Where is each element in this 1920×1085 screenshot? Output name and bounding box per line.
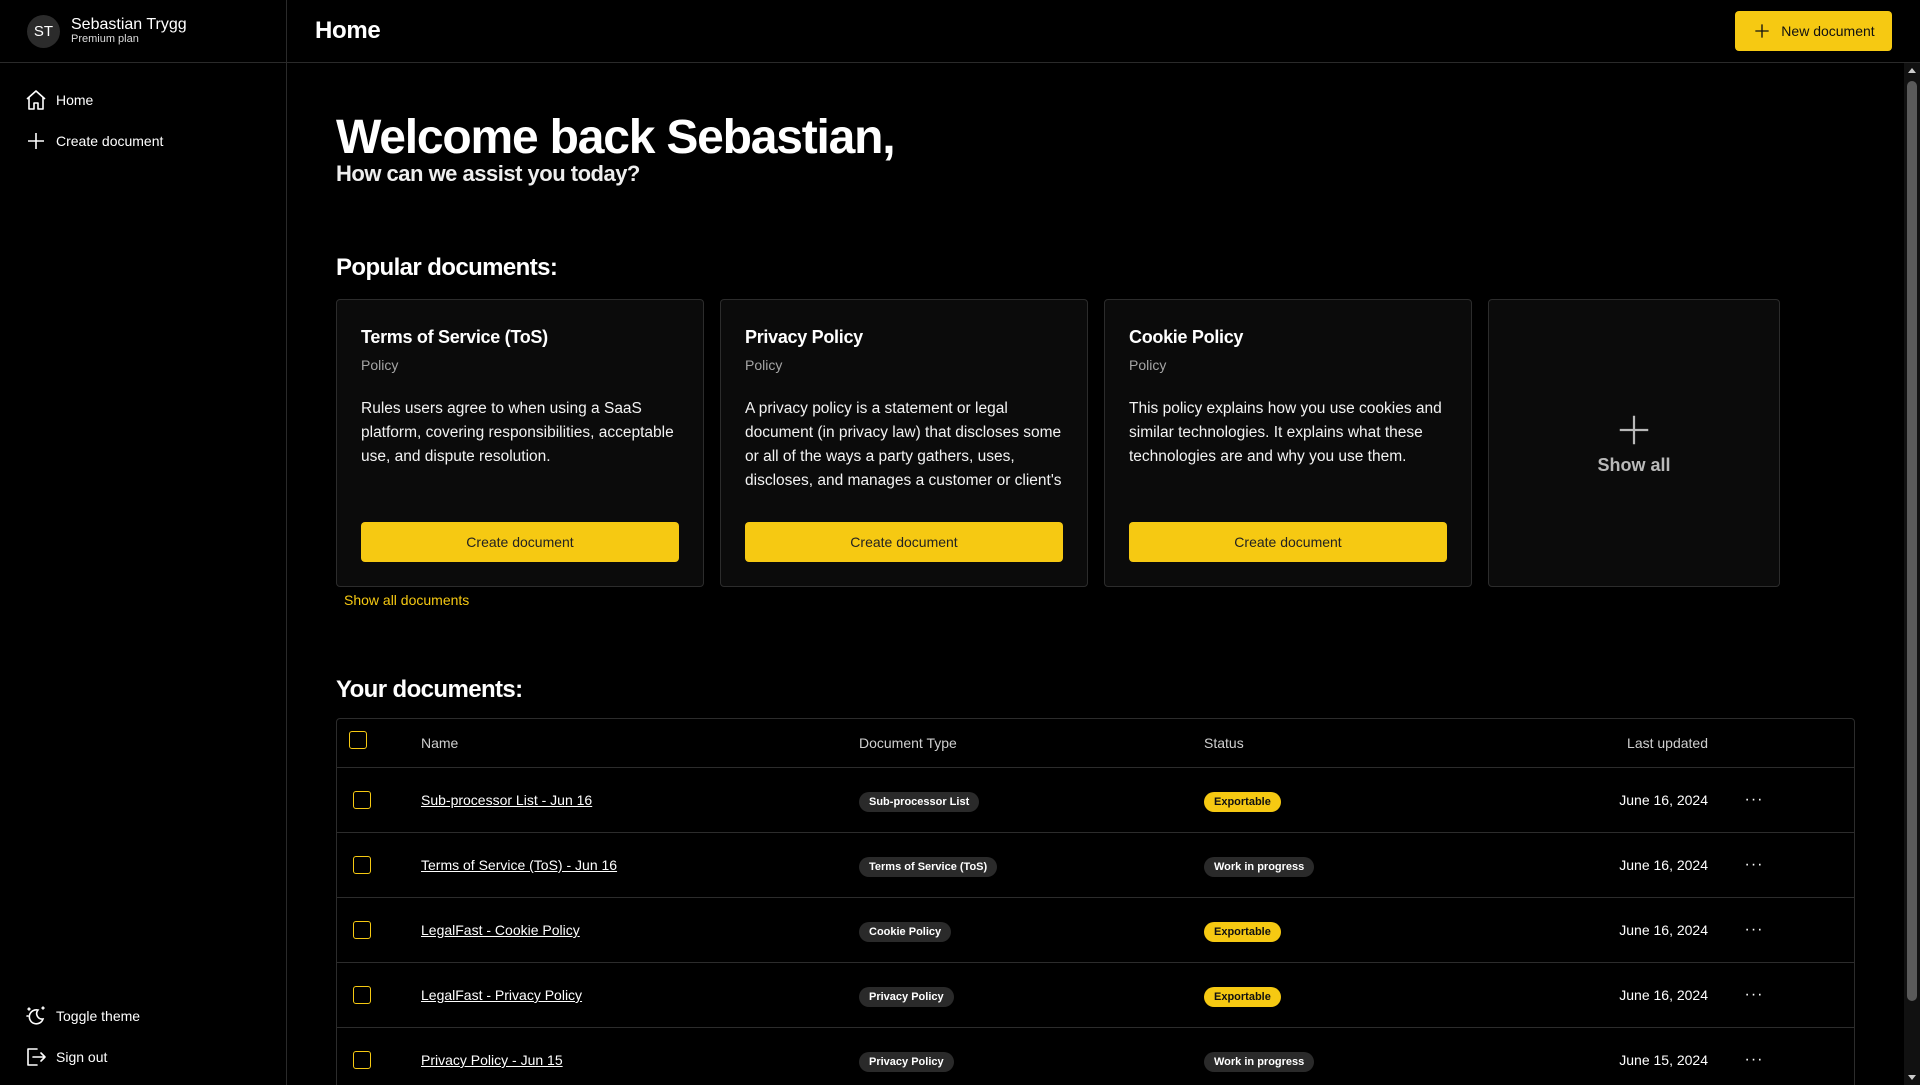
show-all-documents-link[interactable]: Show all documents: [344, 592, 469, 608]
table-row: Privacy Policy - Jun 15 Privacy Policy W…: [337, 1027, 1854, 1085]
row-more-button[interactable]: ···: [1744, 921, 1764, 939]
status-badge: Work in progress: [1204, 857, 1315, 877]
status-badge: Work in progress: [1204, 1052, 1315, 1072]
row-checkbox[interactable]: [353, 1051, 371, 1069]
last-updated: June 16, 2024: [1619, 857, 1708, 873]
row-checkbox[interactable]: [353, 986, 371, 1004]
document-name-link[interactable]: Privacy Policy - Jun 15: [421, 1052, 563, 1068]
create-document-button[interactable]: Create document: [1129, 522, 1447, 562]
plus-icon: [1755, 24, 1769, 38]
status-badge: Exportable: [1204, 922, 1281, 942]
card-category: Policy: [745, 357, 783, 373]
show-all-label: Show all: [1597, 454, 1671, 475]
scroll-thumb[interactable]: [1907, 81, 1917, 1001]
sign-out-button[interactable]: Sign out: [0, 1036, 286, 1077]
row-more-button[interactable]: ···: [1744, 986, 1764, 1004]
row-checkbox[interactable]: [353, 921, 371, 939]
popular-documents-title: Popular documents:: [336, 254, 558, 281]
column-header-type[interactable]: Document Type: [859, 735, 957, 751]
sidebar-item-label: Toggle theme: [56, 1007, 141, 1024]
document-type-badge: Cookie Policy: [859, 922, 952, 942]
card-title: Privacy Policy: [745, 327, 863, 347]
sidebar-bottom: Toggle theme Sign out: [0, 995, 286, 1077]
documents-table: Name Document Type Status Last updated S…: [336, 718, 1855, 1085]
plus-icon: [1619, 415, 1649, 444]
document-name-link[interactable]: LegalFast - Privacy Policy: [421, 987, 582, 1003]
sign-out-icon: [27, 1047, 46, 1066]
document-type-badge: Sub-processor List: [859, 792, 980, 812]
row-checkbox[interactable]: [353, 791, 371, 809]
card-description: Rules users agree to when using a SaaS p…: [361, 400, 674, 465]
toggle-theme-button[interactable]: Toggle theme: [0, 995, 286, 1036]
sidebar: ST Sebastian Trygg Premium plan Home Cre…: [0, 0, 287, 1085]
home-content: Welcome back Sebastian, How can we assis…: [287, 110, 1920, 1085]
page-title: Home: [315, 17, 381, 44]
last-updated: June 16, 2024: [1619, 792, 1708, 808]
document-card: Terms of Service (ToS) Policy Rules user…: [336, 299, 704, 587]
scroll-down-arrow[interactable]: [1908, 1075, 1916, 1080]
topbar: Home New document: [287, 0, 1920, 63]
status-badge: Exportable: [1204, 987, 1281, 1007]
document-type-badge: Privacy Policy: [859, 987, 954, 1007]
card-category: Policy: [361, 357, 399, 373]
row-more-button[interactable]: ···: [1744, 856, 1764, 874]
card-title: Terms of Service (ToS): [361, 327, 548, 347]
welcome-heading: Welcome back Sebastian,: [336, 111, 896, 164]
scroll-up-arrow[interactable]: [1908, 68, 1916, 73]
status-badge: Exportable: [1204, 792, 1281, 812]
row-checkbox[interactable]: [353, 856, 371, 874]
column-header-name[interactable]: Name: [421, 735, 458, 751]
avatar: ST: [27, 14, 60, 48]
document-name-link[interactable]: Terms of Service (ToS) - Jun 16: [421, 857, 617, 873]
sidebar-item-label: Home: [56, 91, 94, 108]
document-card: Privacy Policy Policy A privacy policy i…: [720, 299, 1088, 587]
sidebar-item-home[interactable]: Home: [0, 79, 286, 120]
create-document-button[interactable]: Create document: [361, 522, 679, 562]
last-updated: June 16, 2024: [1619, 987, 1708, 1003]
home-icon: [26, 89, 46, 110]
card-description: A privacy policy is a statement or legal…: [745, 400, 1062, 489]
new-document-button[interactable]: New document: [1735, 11, 1892, 51]
document-type-badge: Terms of Service (ToS): [859, 857, 998, 877]
table-row: LegalFast - Cookie Policy Cookie Policy …: [337, 897, 1854, 962]
column-header-updated[interactable]: Last updated: [1627, 735, 1708, 751]
popular-documents: Terms of Service (ToS) Policy Rules user…: [336, 299, 1920, 587]
vertical-scrollbar[interactable]: [1904, 63, 1920, 1085]
table-row: LegalFast - Privacy Policy Privacy Polic…: [337, 962, 1854, 1027]
new-document-label: New document: [1781, 23, 1875, 39]
last-updated: June 16, 2024: [1619, 922, 1708, 938]
table-row: Terms of Service (ToS) - Jun 16 Terms of…: [337, 832, 1854, 897]
sidebar-nav: Home Create document: [0, 63, 286, 161]
table-header: Name Document Type Status Last updated: [337, 719, 1854, 767]
document-card: Cookie Policy Policy This policy explain…: [1104, 299, 1472, 587]
card-title: Cookie Policy: [1129, 327, 1244, 347]
user-profile[interactable]: ST Sebastian Trygg Premium plan: [0, 0, 286, 63]
select-all-checkbox[interactable]: [349, 731, 367, 749]
your-documents-title: Your documents:: [336, 676, 523, 703]
document-type-badge: Privacy Policy: [859, 1052, 954, 1072]
user-plan: Premium plan: [71, 33, 139, 45]
sidebar-item-label: Sign out: [56, 1048, 108, 1065]
welcome-subtitle: How can we assist you today?: [336, 161, 640, 186]
create-document-button[interactable]: Create document: [745, 522, 1063, 562]
user-name: Sebastian Trygg: [71, 16, 187, 33]
sidebar-item-create-document[interactable]: Create document: [0, 120, 286, 161]
sidebar-item-label: Create document: [56, 132, 164, 149]
row-more-button[interactable]: ···: [1744, 791, 1764, 809]
plus-icon: [28, 132, 44, 149]
table-row: Sub-processor List - Jun 16 Sub-processo…: [337, 767, 1854, 832]
document-name-link[interactable]: LegalFast - Cookie Policy: [421, 922, 580, 938]
show-all-card[interactable]: Show all: [1488, 299, 1780, 587]
document-name-link[interactable]: Sub-processor List - Jun 16: [421, 792, 592, 808]
theme-icon: [26, 1005, 45, 1025]
card-description: This policy explains how you use cookies…: [1129, 400, 1442, 465]
last-updated: June 15, 2024: [1619, 1052, 1708, 1068]
column-header-status[interactable]: Status: [1204, 735, 1244, 751]
main-content: Home New document Welcome back Sebastian…: [287, 0, 1920, 1085]
card-category: Policy: [1129, 357, 1167, 373]
row-more-button[interactable]: ···: [1744, 1051, 1764, 1069]
